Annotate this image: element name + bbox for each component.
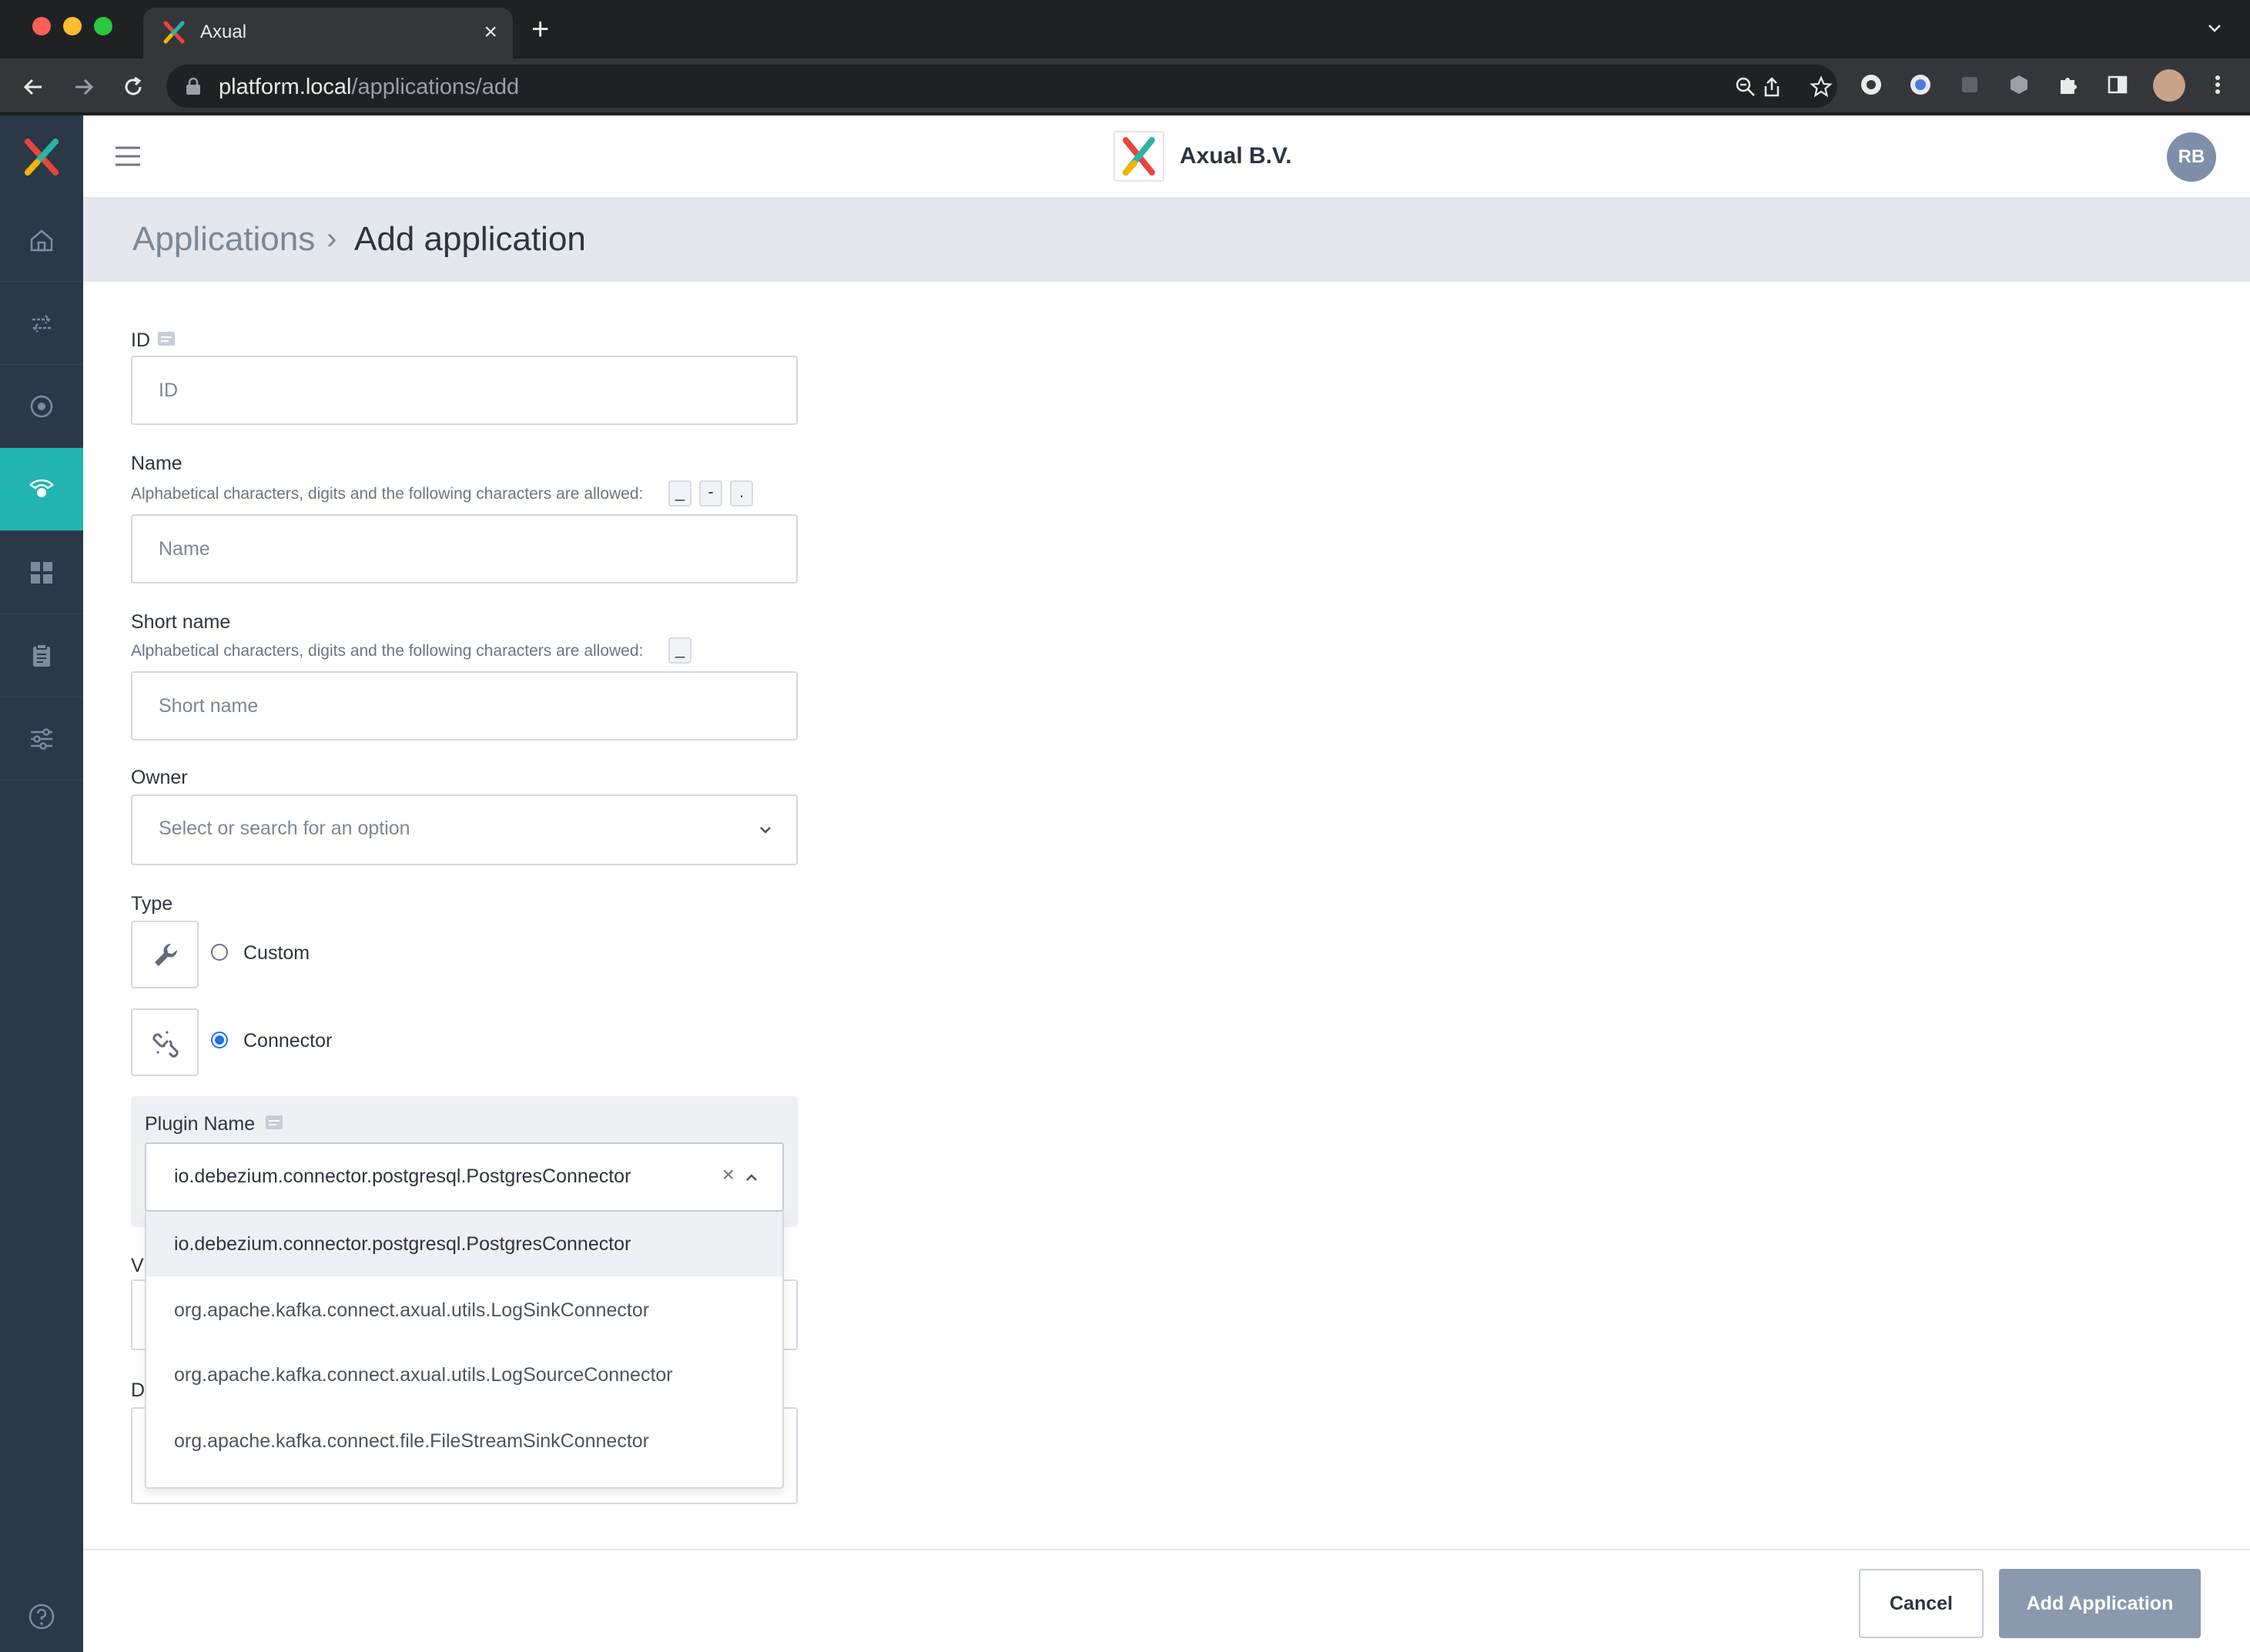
tab-search-chevron-icon[interactable]	[2205, 18, 2224, 37]
zoom-icon[interactable]	[1734, 75, 1757, 99]
chevron-up-icon[interactable]	[744, 1172, 759, 1184]
connector-type-icon-box[interactable]	[131, 1008, 199, 1076]
name-input[interactable]	[131, 514, 798, 584]
cancel-button[interactable]: Cancel	[1859, 1569, 1984, 1638]
owner-select[interactable]: Select or search for an option	[131, 794, 798, 865]
extension-icon[interactable]	[2007, 72, 2031, 97]
info-icon[interactable]	[265, 1115, 283, 1130]
short-name-hint: Alphabetical characters, digits and the …	[131, 642, 644, 660]
more-menu-icon[interactable]	[2205, 72, 2230, 97]
minimize-window-button[interactable]	[63, 17, 82, 35]
id-label: ID	[131, 329, 150, 351]
name-hint: Alphabetical characters, digits and the …	[131, 485, 644, 503]
address-bar[interactable]: platform.local/applications/add	[166, 65, 1837, 108]
breadcrumb-applications-link[interactable]: Applications	[132, 220, 315, 259]
home-icon	[30, 229, 53, 252]
lock-icon	[186, 77, 200, 95]
breadcrumb: Applications › Add application	[83, 199, 2250, 282]
owner-label: Owner	[131, 767, 188, 788]
dropdown-option[interactable]: io.debezium.connector.postgresql.Postgre…	[146, 1212, 782, 1276]
axual-favicon-icon	[163, 21, 185, 44]
plugin-name-dropdown: io.debezium.connector.postgresql.Postgre…	[145, 1212, 784, 1489]
close-window-button[interactable]	[32, 17, 51, 35]
plugin-name-label: Plugin Name	[145, 1113, 256, 1135]
name-label: Name	[131, 453, 182, 474]
back-icon[interactable]	[20, 74, 46, 100]
puzzle-icon[interactable]	[2056, 72, 2081, 97]
page-title: Add application	[354, 220, 586, 258]
browser-tab[interactable]: Axual ×	[143, 8, 513, 59]
custom-type-icon-box[interactable]	[131, 921, 199, 988]
plugin-name-value: io.debezium.connector.postgresql.Postgre…	[174, 1165, 631, 1187]
type-connector-label[interactable]: Connector	[243, 1030, 332, 1052]
dropdown-option[interactable]: org.apache.kafka.connect.axual.utils.Log…	[146, 1343, 782, 1407]
applications-icon	[29, 479, 54, 497]
version-label: V	[131, 1255, 144, 1276]
form-footer: Cancel Add Application	[83, 1549, 2250, 1652]
chevron-down-icon	[760, 827, 771, 834]
sidebar-item-settings[interactable]	[0, 697, 83, 781]
owner-select-placeholder: Select or search for an option	[159, 818, 410, 839]
tab-title: Axual	[200, 22, 247, 42]
tab-close-icon[interactable]: ×	[484, 18, 497, 46]
forward-icon[interactable]	[71, 74, 97, 100]
reload-icon[interactable]	[120, 74, 146, 100]
type-custom-label[interactable]: Custom	[243, 942, 310, 965]
allowed-char-chip: _	[668, 637, 691, 664]
extension-icon[interactable]	[1859, 72, 1883, 97]
add-application-form: ID Name Alphabetical characters, digits …	[83, 282, 2250, 1652]
clear-icon[interactable]: ×	[722, 1162, 735, 1187]
allowed-char-chip: _	[668, 480, 691, 507]
dropdown-option[interactable]: org.apache.kafka.connect.axual.utils.Log…	[146, 1278, 782, 1343]
info-icon[interactable]	[157, 331, 176, 346]
allowed-char-chip: .	[730, 480, 753, 507]
breadcrumb-separator: ›	[326, 222, 337, 256]
share-icon[interactable]	[1760, 75, 1783, 99]
company-name: Axual B.V.	[1180, 143, 1292, 169]
link-icon	[152, 1030, 179, 1058]
menu-icon[interactable]	[114, 145, 142, 168]
user-avatar[interactable]: RB	[2167, 132, 2216, 182]
type-connector-radio[interactable]	[211, 1032, 228, 1048]
app-header: Axual B.V. RB	[83, 115, 2250, 199]
company-logo	[1113, 131, 1164, 182]
axual-logo-icon[interactable]	[22, 137, 62, 177]
sidebar-item-environments[interactable]	[0, 365, 83, 448]
chrome-profile-avatar[interactable]	[2153, 69, 2185, 102]
short-name-label: Short name	[131, 611, 231, 633]
extension-icon[interactable]	[1908, 72, 1933, 97]
url-text: platform.local/applications/add	[219, 75, 519, 100]
sidebar-item-applications[interactable]	[0, 448, 83, 531]
help-icon[interactable]	[28, 1603, 55, 1630]
type-custom-radio[interactable]	[211, 944, 228, 961]
dropdown-option[interactable]: org.apache.kafka.connect.file.FileStream…	[146, 1409, 782, 1473]
wrench-icon	[155, 943, 178, 966]
bookmark-star-icon[interactable]	[1810, 75, 1833, 99]
plugin-name-select[interactable]: io.debezium.connector.postgresql.Postgre…	[145, 1142, 784, 1212]
sidebar-item-dashboard[interactable]	[0, 531, 83, 614]
type-label: Type	[131, 893, 173, 915]
description-label: D	[131, 1379, 146, 1401]
clipboard-icon	[33, 644, 50, 667]
new-tab-button[interactable]: +	[531, 14, 549, 45]
short-name-input[interactable]	[131, 671, 798, 741]
streams-icon	[32, 315, 51, 333]
side-panel-icon[interactable]	[2105, 72, 2130, 97]
app-sidebar	[0, 115, 83, 1652]
sidebar-item-home[interactable]	[0, 199, 83, 282]
id-input[interactable]	[131, 356, 798, 425]
environments-icon	[30, 395, 53, 418]
sidebar-item-streams[interactable]	[0, 282, 83, 365]
allowed-char-chip: -	[699, 480, 722, 507]
url-host: platform.local	[219, 75, 352, 99]
settings-sliders-icon	[31, 728, 52, 750]
add-application-button[interactable]: Add Application	[1999, 1569, 2201, 1638]
maximize-window-button[interactable]	[94, 17, 112, 35]
dashboard-icon	[31, 562, 52, 584]
browser-tab-bar: Axual × +	[0, 0, 2250, 59]
axual-logo-icon	[1123, 137, 1155, 176]
extension-icon[interactable]	[1957, 72, 1982, 97]
url-path: /applications/add	[351, 75, 520, 99]
sidebar-item-reports[interactable]	[0, 614, 83, 697]
